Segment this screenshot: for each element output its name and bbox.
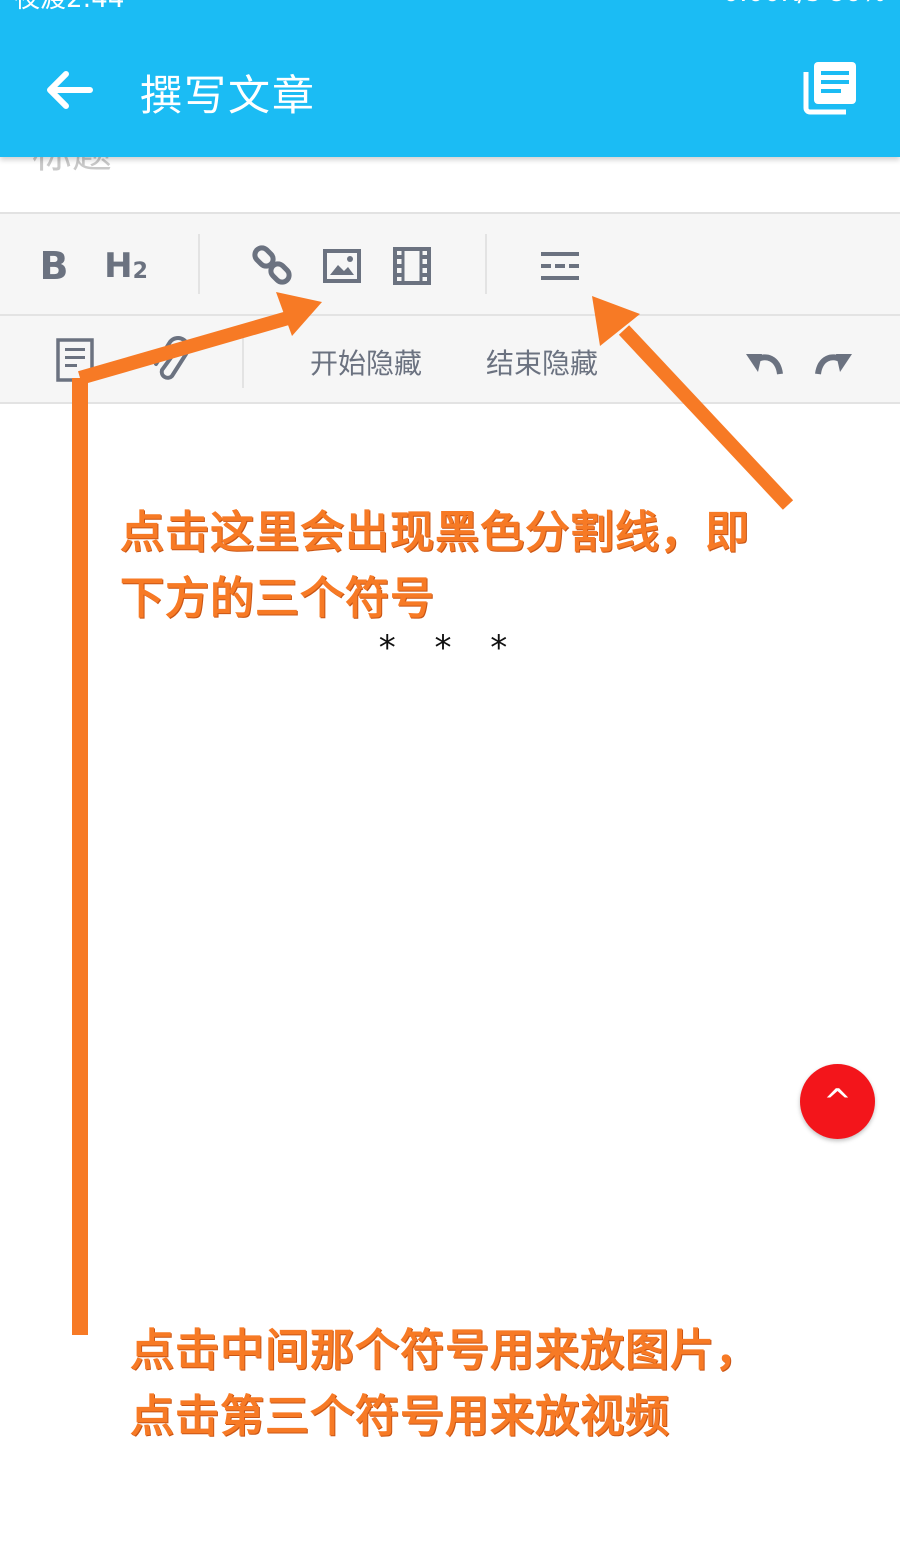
format-toolbar: B H2 (0, 214, 900, 316)
title-field[interactable]: 标题 (0, 131, 900, 214)
status-bar-left: 夜渡2:44 (14, 0, 124, 15)
attachment-icon (154, 336, 190, 380)
status-bar-right: 0.00K/s 86% (723, 0, 886, 8)
page-title: 撰写文章 (140, 71, 317, 120)
annotation-line: 点击第三个符号用来放视频 (130, 1391, 670, 1442)
bold-label: B (39, 244, 69, 288)
attachment-button[interactable] (148, 334, 192, 384)
toolbar-divider (198, 234, 200, 294)
note-icon (56, 338, 94, 382)
app-bar: 夜渡2:44 0.00K/s 86% 撰写文章 (0, 0, 900, 157)
heading-label: H (104, 246, 133, 286)
divider-icon (541, 252, 579, 280)
divider-button[interactable] (538, 246, 582, 286)
image-icon (323, 249, 361, 283)
scroll-top-label: ^ (823, 1081, 852, 1122)
link-icon (252, 245, 292, 285)
redo-icon (815, 354, 852, 375)
redo-button[interactable] (812, 344, 854, 380)
end-hide-button[interactable]: 结束隐藏 (486, 342, 598, 382)
video-icon (393, 247, 431, 285)
heading-button[interactable]: H2 (98, 242, 154, 290)
article-list-button[interactable] (800, 56, 862, 118)
heading-sub-label: 2 (132, 258, 148, 284)
annotation-top: 点击这里会出现黑色分割线，即 下方的三个符号 (120, 500, 840, 632)
secondary-toolbar: 开始隐藏 结束隐藏 (0, 316, 900, 404)
undo-button[interactable] (744, 344, 786, 380)
start-hide-button[interactable]: 开始隐藏 (310, 342, 422, 382)
annotation-line: 点击中间那个符号用来放图片， (130, 1325, 760, 1376)
toolbar-divider (242, 330, 244, 388)
back-arrow-icon (47, 71, 93, 109)
link-button[interactable] (250, 244, 294, 288)
note-button[interactable] (54, 336, 96, 384)
scroll-top-button[interactable]: ^ (800, 1064, 875, 1139)
toolbar-divider (485, 234, 487, 294)
image-button[interactable] (322, 246, 362, 286)
document-list-icon (803, 62, 856, 115)
undo-icon (746, 354, 783, 375)
divider-separator: * * * (378, 628, 522, 668)
back-button[interactable] (40, 60, 100, 120)
annotation-bottom: 点击中间那个符号用来放图片， 点击第三个符号用来放视频 (130, 1318, 830, 1450)
bold-button[interactable]: B (30, 242, 78, 290)
video-button[interactable] (392, 246, 432, 286)
annotation-line: 下方的三个符号 (120, 573, 435, 624)
annotation-line: 点击这里会出现黑色分割线，即 (120, 507, 750, 558)
